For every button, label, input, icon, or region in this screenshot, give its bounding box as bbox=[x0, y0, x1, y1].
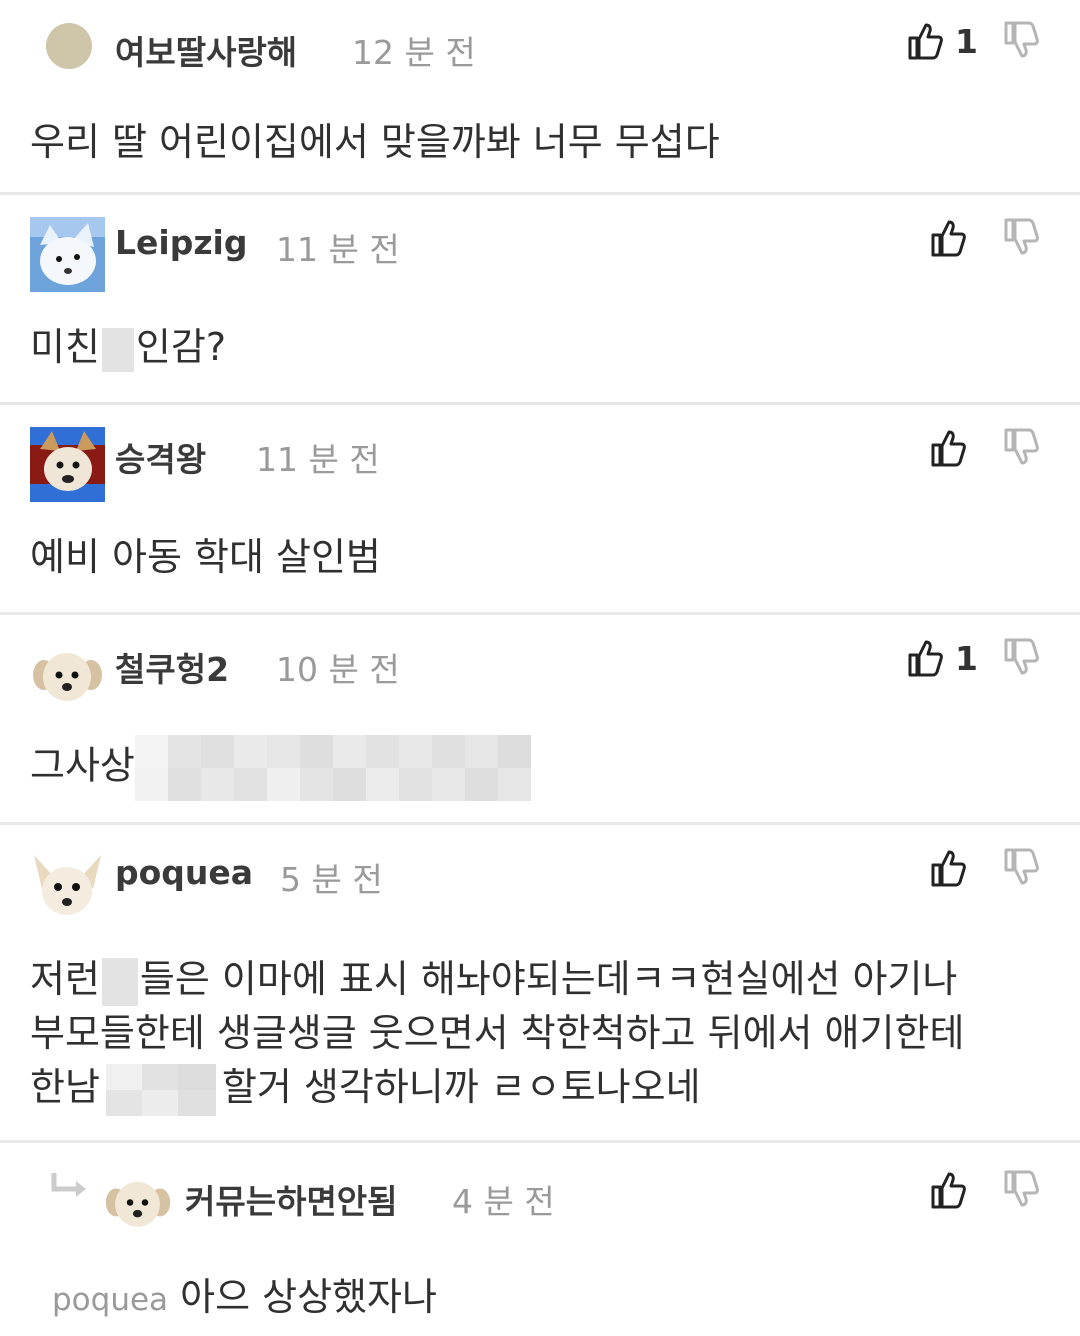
comment-item: Leipzig 11 분 전 미친 인감? bbox=[0, 195, 1080, 405]
like-button[interactable]: 1 bbox=[907, 635, 978, 681]
nickname[interactable]: 철쿠헝2 bbox=[115, 643, 229, 691]
comment-text-line: 저런 들은 이마에 표시 해놔야되는데ㅋㅋ현실에선 아기나 bbox=[30, 953, 957, 1006]
comment-header: 커뮤는하면안됨 4 분 전 bbox=[0, 1143, 1080, 1237]
timestamp: 11 분 전 bbox=[256, 440, 380, 479]
comment-text-line: 한남 할거 생각하니까 ㄹㅇ토나오네 bbox=[30, 1061, 701, 1116]
thumbs-down-icon bbox=[1003, 847, 1039, 887]
dislike-button[interactable] bbox=[1003, 427, 1039, 467]
reply-arrow-icon bbox=[50, 1171, 90, 1207]
avatar[interactable] bbox=[45, 22, 93, 70]
timestamp: 12 분 전 bbox=[352, 33, 476, 72]
censored-word bbox=[101, 957, 138, 1006]
dislike-button[interactable] bbox=[1003, 217, 1039, 257]
like-button[interactable] bbox=[930, 1167, 966, 1213]
comment-header: 승격왕 11 분 전 bbox=[0, 405, 1080, 502]
thumbs-down-icon bbox=[1003, 1169, 1039, 1209]
timestamp: 4 분 전 bbox=[452, 1182, 555, 1221]
thumbs-up-icon bbox=[930, 428, 966, 468]
comment-item: 철쿠헝2 10 분 전 1 그사상 bbox=[0, 615, 1080, 825]
comment-text: 그사상 bbox=[30, 735, 531, 801]
comment-text-line: 부모들한테 생글생글 웃으면서 착한척하고 뒤에서 애기한테 bbox=[30, 1011, 965, 1055]
comment-item: 여보딸사랑해 12 분 전 1 우리 딸 어린이집에서 맞을까봐 너무 무섭다 bbox=[0, 0, 1080, 195]
comment-text: 미친 인감? bbox=[30, 321, 226, 373]
like-count: 1 bbox=[955, 21, 978, 61]
avatar[interactable] bbox=[30, 637, 105, 712]
like-button[interactable] bbox=[930, 215, 966, 261]
comment-header: poquea 5 분 전 bbox=[0, 825, 1080, 922]
censored-text-mosaic bbox=[105, 1063, 216, 1116]
thumbs-down-icon bbox=[1003, 217, 1039, 257]
reply-item: 커뮤는하면안됨 4 분 전 poquea 아으 상상했자나 bbox=[0, 1143, 1080, 1333]
censored-text-mosaic bbox=[134, 735, 531, 801]
dislike-button[interactable] bbox=[1003, 1169, 1039, 1209]
dislike-button[interactable] bbox=[1003, 847, 1039, 887]
thumbs-up-icon bbox=[930, 218, 966, 258]
comment-text: 예비 아동 학대 살인범 bbox=[30, 535, 381, 579]
dislike-button[interactable] bbox=[1003, 637, 1039, 677]
timestamp: 5 분 전 bbox=[280, 860, 383, 899]
comment-item: poquea 5 분 전 저런 들은 이마에 표시 해놔야되는데ㅋㅋ현실에선 아기… bbox=[0, 825, 1080, 1143]
like-count: 1 bbox=[955, 638, 978, 678]
comment-header: 철쿠헝2 10 분 전 1 bbox=[0, 615, 1080, 712]
mention-link[interactable]: poquea bbox=[52, 1282, 168, 1318]
timestamp: 11 분 전 bbox=[276, 230, 400, 269]
thumbs-down-icon bbox=[1003, 637, 1039, 677]
avatar[interactable] bbox=[30, 847, 105, 922]
comment-item: 승격왕 11 분 전 예비 아동 학대 살인범 bbox=[0, 405, 1080, 615]
comment-header: 여보딸사랑해 12 분 전 1 bbox=[0, 0, 1080, 90]
comment-text: poquea 아으 상상했자나 bbox=[52, 1275, 437, 1319]
avatar[interactable] bbox=[103, 1167, 173, 1237]
like-button[interactable] bbox=[930, 425, 966, 471]
nickname[interactable]: Leipzig bbox=[115, 223, 247, 262]
comment-text: 우리 딸 어린이집에서 맞을까봐 너무 무섭다 bbox=[30, 120, 720, 164]
nickname[interactable]: 커뮤는하면안됨 bbox=[185, 1175, 398, 1223]
avatar[interactable] bbox=[30, 217, 105, 292]
nickname[interactable]: 여보딸사랑해 bbox=[115, 26, 297, 74]
thumbs-down-icon bbox=[1003, 427, 1039, 467]
avatar[interactable] bbox=[30, 427, 105, 502]
thumbs-down-icon bbox=[1003, 20, 1039, 60]
timestamp: 10 분 전 bbox=[276, 650, 400, 689]
nickname[interactable]: 승격왕 bbox=[115, 433, 206, 481]
like-button[interactable] bbox=[930, 845, 966, 891]
thumbs-up-icon bbox=[930, 1170, 966, 1210]
thumbs-up-icon bbox=[907, 21, 943, 61]
thumbs-up-icon bbox=[907, 638, 943, 678]
comment-header: Leipzig 11 분 전 bbox=[0, 195, 1080, 292]
like-button[interactable]: 1 bbox=[907, 18, 978, 64]
nickname[interactable]: poquea bbox=[115, 853, 253, 892]
dislike-button[interactable] bbox=[1003, 20, 1039, 60]
thumbs-up-icon bbox=[930, 848, 966, 888]
censored-word bbox=[101, 327, 134, 372]
